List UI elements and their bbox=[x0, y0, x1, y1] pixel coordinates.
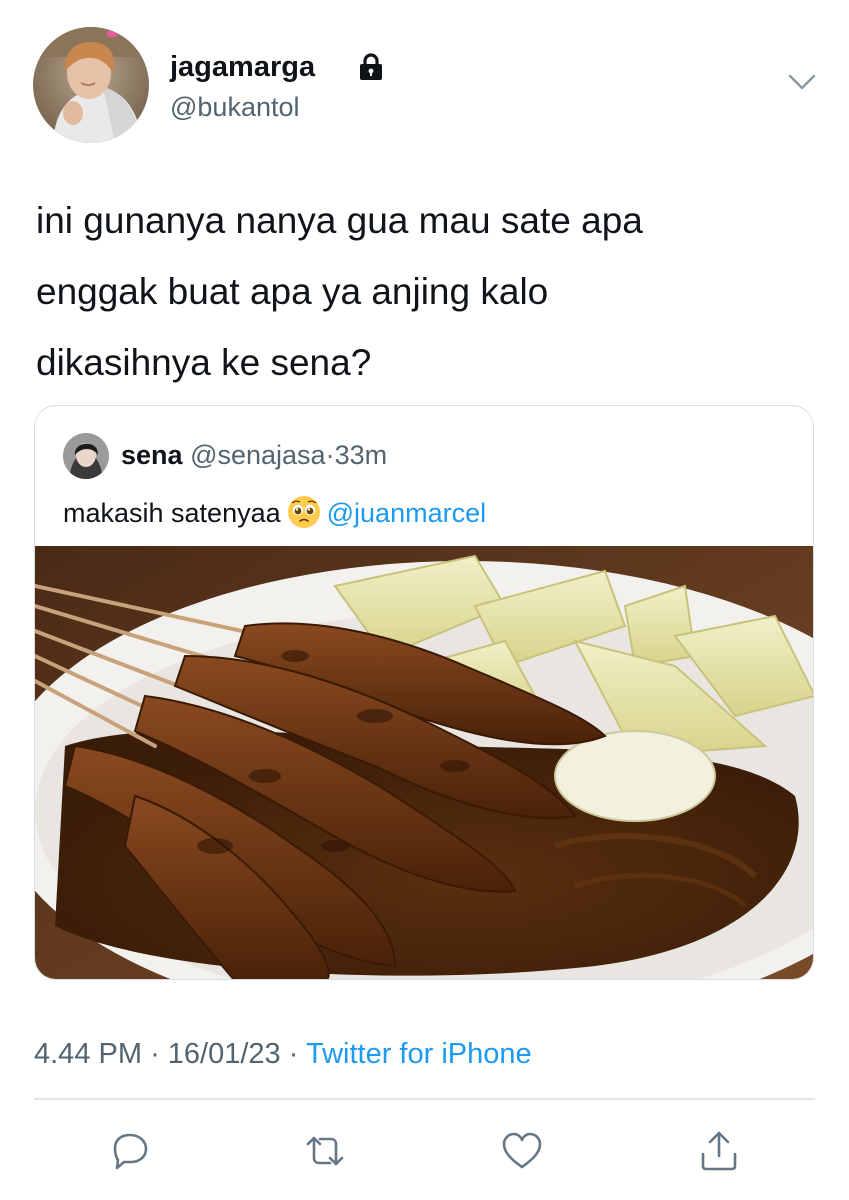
tweet-date[interactable]: 16/01/23 bbox=[168, 1038, 281, 1070]
quoted-text-line: makasih satenyaa @juanmarcel bbox=[63, 494, 486, 530]
lock-icon bbox=[356, 52, 386, 82]
quoted-time: 33m bbox=[334, 440, 388, 470]
like-icon[interactable] bbox=[499, 1128, 545, 1174]
quoted-text: makasih satenyaa bbox=[63, 498, 281, 528]
tweet-text: ini gunanya nanya gua mau sate apa engga… bbox=[36, 200, 643, 383]
retweet-icon[interactable] bbox=[302, 1128, 348, 1174]
tweet-client-link[interactable]: Twitter for iPhone bbox=[306, 1038, 532, 1070]
author-avatar[interactable] bbox=[33, 27, 149, 143]
quoted-handle[interactable]: @senajasa bbox=[190, 440, 326, 470]
share-icon[interactable] bbox=[696, 1128, 742, 1174]
chevron-down-icon[interactable] bbox=[787, 72, 817, 92]
quoted-separator: · bbox=[325, 440, 335, 470]
quoted-display-name[interactable]: sena bbox=[121, 440, 183, 470]
meta-separator: · bbox=[150, 1038, 160, 1070]
pleading-face-emoji bbox=[285, 494, 323, 530]
quoted-tweet[interactable]: sena @senajasa·33m makasih satenyaa @jua… bbox=[34, 405, 814, 980]
quoted-author-avatar[interactable] bbox=[63, 433, 109, 479]
tweet-time[interactable]: 4.44 PM bbox=[34, 1038, 142, 1070]
meta-separator-2: · bbox=[288, 1038, 299, 1070]
author-display-name[interactable]: jagamarga bbox=[170, 50, 315, 84]
tweet-meta: 4.44 PM · 16/01/23 · Twitter for iPhone bbox=[34, 1036, 532, 1072]
reply-icon[interactable] bbox=[107, 1128, 153, 1174]
satay-photo[interactable] bbox=[35, 546, 813, 979]
quoted-mention-link[interactable]: @juanmarcel bbox=[327, 498, 486, 528]
author-handle[interactable]: @bukantol bbox=[170, 91, 300, 123]
quoted-header: sena @senajasa·33m bbox=[121, 438, 387, 472]
divider bbox=[34, 1098, 815, 1100]
